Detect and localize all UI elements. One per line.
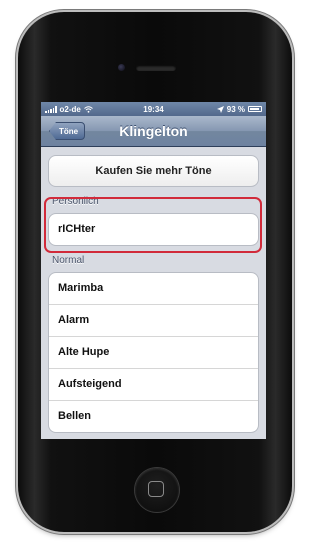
earpiece-speaker xyxy=(136,65,176,71)
battery-icon xyxy=(248,106,262,112)
back-button-label: Töne xyxy=(59,127,79,136)
list-item[interactable]: rICHter xyxy=(49,214,258,245)
list-item[interactable]: Marimba xyxy=(49,273,258,305)
list-group-normal: Marimba Alarm Alte Hupe Aufsteigend Bell… xyxy=(48,272,259,433)
ringtone-label: Marimba xyxy=(58,282,104,294)
content: Kaufen Sie mehr Töne Persönlich rICHter … xyxy=(41,147,266,439)
ringtone-label: rICHter xyxy=(58,223,96,235)
navigation-bar: Klingelton Töne xyxy=(41,116,266,147)
ringtone-label: Alarm xyxy=(58,314,90,326)
list-item[interactable]: Alarm xyxy=(49,305,258,337)
ringtone-label: Bellen xyxy=(58,410,92,422)
status-bar: o2-de 19:34 93 % xyxy=(41,102,266,116)
section-header-personal: Persönlich xyxy=(52,196,99,207)
list-item[interactable]: Alte Hupe xyxy=(49,337,258,369)
ringtone-label: Alte Hupe xyxy=(58,346,110,358)
back-button[interactable]: Töne xyxy=(49,122,86,140)
status-time: 19:34 xyxy=(143,104,164,114)
list-item[interactable]: Aufsteigend xyxy=(49,369,258,401)
section-header-normal: Normal xyxy=(52,255,85,266)
front-camera-icon xyxy=(118,64,125,71)
ringtone-label: Aufsteigend xyxy=(58,378,122,390)
buy-more-tones-button[interactable]: Kaufen Sie mehr Töne xyxy=(48,155,259,187)
screen: o2-de 19:34 93 % Klingelton Töne Kaufen … xyxy=(41,102,266,439)
home-button[interactable] xyxy=(135,468,179,512)
list-group-personal: rICHter xyxy=(48,213,259,246)
home-button-icon xyxy=(148,481,164,497)
buy-button-label: Kaufen Sie mehr Töne xyxy=(95,165,212,177)
list-item[interactable]: Bellen xyxy=(49,401,258,432)
